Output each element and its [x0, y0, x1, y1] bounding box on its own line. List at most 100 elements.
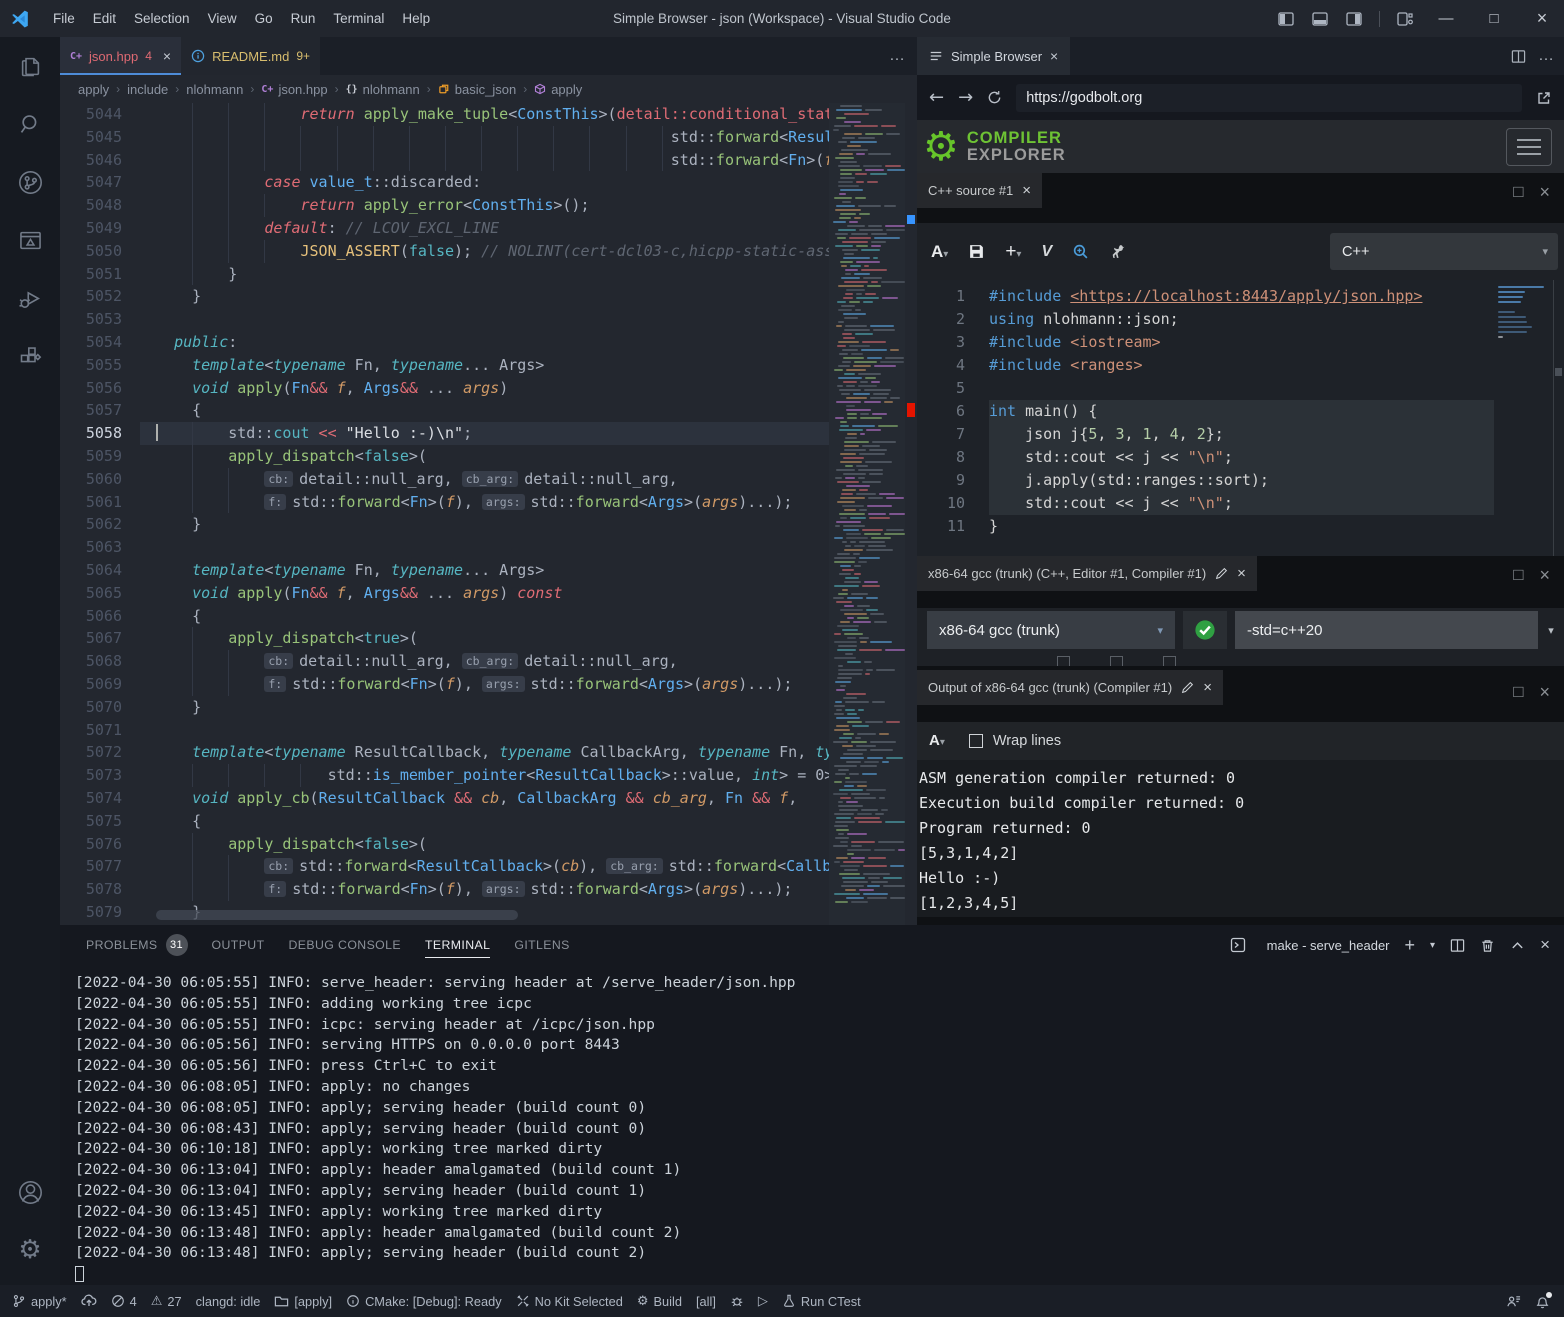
maximize-pane-icon[interactable]: □ [1513, 182, 1523, 203]
close-panel-icon[interactable]: × [1540, 935, 1550, 955]
zoom-search-icon[interactable] [1072, 243, 1089, 260]
output-tab[interactable]: Output of x86-64 gcc (trunk) (Compiler #… [917, 670, 1223, 705]
ce-code-line[interactable]: 3#include <iostream> [917, 331, 1564, 354]
split-editor-icon[interactable] [1511, 49, 1526, 64]
status-cloud-upload[interactable] [81, 1293, 97, 1309]
terminal-output[interactable]: [2022-04-30 06:05:55] INFO: serve_header… [60, 965, 1564, 1289]
ce-code-line[interactable]: 4#include <ranges> [917, 354, 1564, 377]
editor-scrollbar[interactable] [905, 103, 917, 925]
code-line[interactable]: 5077 cb:std::forward<ResultCallback>(cb)… [60, 855, 917, 878]
add-pane-icon[interactable]: +▾ [1005, 241, 1021, 263]
code-line[interactable]: 5065 void apply(Fn&& f, Args&& ... args)… [60, 582, 917, 605]
maximize-panel-icon[interactable] [1510, 938, 1525, 953]
ce-code-line[interactable]: 9 j.apply(std::ranges::sort); [917, 469, 1564, 492]
menu-view[interactable]: View [199, 8, 246, 29]
open-external-icon[interactable] [1536, 90, 1552, 106]
status-run-ctest[interactable]: Run CTest [782, 1294, 861, 1309]
ce-source-editor[interactable]: 1#include <https://localhost:8443/apply/… [917, 280, 1564, 556]
close-tab-icon[interactable]: × [1050, 48, 1058, 64]
code-line[interactable]: 5051 } [60, 263, 917, 286]
status-clangd-idle[interactable]: clangd: idle [196, 1294, 261, 1309]
code-line[interactable]: 5067 apply_dispatch<true>( [60, 627, 917, 650]
panel-tab-output[interactable]: OUTPUT [200, 925, 277, 965]
close-pane-icon[interactable]: × [1022, 182, 1031, 199]
breadcrumb-item-json-hpp[interactable]: C+json.hpp [261, 82, 327, 97]
back-icon[interactable]: ← [929, 87, 944, 108]
code-line[interactable]: 5059 apply_dispatch<false>( [60, 445, 917, 468]
toggle-secondary-sidebar-icon[interactable] [1339, 11, 1369, 27]
breadcrumb-item-include[interactable]: include [127, 82, 168, 97]
status-feedback[interactable] [1506, 1294, 1521, 1309]
compiler-options-input[interactable]: -std=c++20 [1235, 611, 1538, 649]
menu-selection[interactable]: Selection [125, 8, 199, 29]
panel-tab-terminal[interactable]: TERMINAL [413, 925, 502, 965]
forward-icon[interactable]: → [958, 87, 973, 108]
code-line[interactable]: 5062 } [60, 513, 917, 536]
chevron-down-icon[interactable]: ▾ [1538, 624, 1564, 637]
menu-go[interactable]: Go [246, 8, 282, 29]
toggle-sidebar-icon[interactable] [1271, 11, 1301, 27]
search-icon[interactable] [0, 95, 60, 153]
code-line[interactable]: 5057 { [60, 399, 917, 422]
source-control-icon[interactable] [0, 153, 60, 211]
minimap[interactable] [829, 103, 905, 925]
close-window-button[interactable]: × [1520, 0, 1564, 37]
compiler-explorer-logo[interactable]: ⚙ COMPILER EXPLORER [923, 127, 1066, 167]
language-select[interactable]: C++ ▾ [1330, 233, 1558, 270]
more-actions-icon[interactable]: … [1538, 47, 1554, 65]
code-line[interactable]: 5066 { [60, 605, 917, 628]
code-line[interactable]: 5052 } [60, 285, 917, 308]
code-line[interactable]: 5055 template<typename Fn, typename... A… [60, 354, 917, 377]
ce-code-line[interactable]: 5 [917, 377, 1564, 400]
new-terminal-icon[interactable]: + [1405, 935, 1416, 956]
code-line[interactable]: 5076 apply_dispatch<false>( [60, 833, 917, 856]
wrap-lines-checkbox[interactable] [969, 734, 983, 748]
source-tab[interactable]: C++ source #1 × [917, 173, 1042, 208]
code-line[interactable]: 5044 return apply_make_tuple<ConstThis>(… [60, 103, 917, 126]
ce-code-line[interactable]: 8 std::cout << j << "\n"; [917, 446, 1564, 469]
code-line[interactable]: 5047 case value_t::discarded: [60, 171, 917, 194]
code-line[interactable]: 5053 [60, 308, 917, 331]
compiler-select[interactable]: x86-64 gcc (trunk) ▾ [927, 611, 1175, 649]
ce-code-line[interactable]: 11} [917, 515, 1564, 538]
breadcrumb-item-basic-json[interactable]: basic_json [438, 82, 516, 97]
code-line[interactable]: 5064 template<typename Fn, typename... A… [60, 559, 917, 582]
maximize-button[interactable]: □ [1472, 0, 1516, 37]
close-pane-icon[interactable]: × [1539, 565, 1550, 586]
close-pane-icon[interactable]: × [1203, 679, 1212, 696]
font-size-icon[interactable]: A▾ [931, 242, 948, 262]
maximize-pane-icon[interactable]: □ [1513, 682, 1523, 703]
minimize-button[interactable]: — [1424, 0, 1468, 37]
breadcrumb-item-nlohmann[interactable]: {}nlohmann [346, 82, 420, 97]
code-line[interactable]: 5063 [60, 536, 917, 559]
code-line[interactable]: 5073 std::is_member_pointer<ResultCallba… [60, 764, 917, 787]
split-terminal-icon[interactable] [1450, 938, 1465, 953]
status-apply[interactable]: apply* [12, 1294, 67, 1309]
status-cmake-debug-ready[interactable]: CMake: [Debug]: Ready [346, 1294, 502, 1309]
editor-more-actions-icon[interactable]: … [889, 37, 905, 75]
code-line[interactable]: 5058 std::cout << "Hello :-)\n"; [60, 422, 917, 445]
code-line[interactable]: 5070 } [60, 696, 917, 719]
status-27[interactable]: ⚠27 [151, 1294, 182, 1309]
status-all[interactable]: [all] [696, 1294, 716, 1309]
toggle-panel-icon[interactable] [1305, 11, 1335, 27]
account-icon[interactable] [0, 1163, 60, 1221]
code-line[interactable]: 5050 JSON_ASSERT(false); // NOLINT(cert-… [60, 240, 917, 263]
code-line[interactable]: 5048 return apply_error<ConstThis>(); [60, 194, 917, 217]
horizontal-scrollbar[interactable] [156, 910, 518, 920]
code-line[interactable]: 5061 f:std::forward<Fn>(f), args:std::fo… [60, 491, 917, 514]
code-line[interactable]: 5060 cb:detail::null_arg, cb_arg:detail:… [60, 468, 917, 491]
panel-tab-debug-console[interactable]: DEBUG CONSOLE [277, 925, 413, 965]
save-icon[interactable] [968, 243, 985, 260]
code-line[interactable]: 5078 f:std::forward<Fn>(f), args:std::fo… [60, 878, 917, 901]
ce-code-line[interactable]: 2using nlohmann::json; [917, 308, 1564, 331]
code-line[interactable]: 5075 { [60, 810, 917, 833]
code-line[interactable]: 5068 cb:detail::null_arg, cb_arg:detail:… [60, 650, 917, 673]
close-pane-icon[interactable]: × [1539, 182, 1550, 203]
run-debug-icon[interactable] [0, 269, 60, 327]
explorer-icon[interactable] [0, 37, 60, 95]
kill-terminal-icon[interactable] [1480, 938, 1495, 953]
code-line[interactable]: 5046 std::forward<Fn>(f), [60, 149, 917, 172]
ce-code-line[interactable]: 10 std::cout << j << "\n"; [917, 492, 1564, 515]
cmake-panel-icon[interactable] [0, 211, 60, 269]
